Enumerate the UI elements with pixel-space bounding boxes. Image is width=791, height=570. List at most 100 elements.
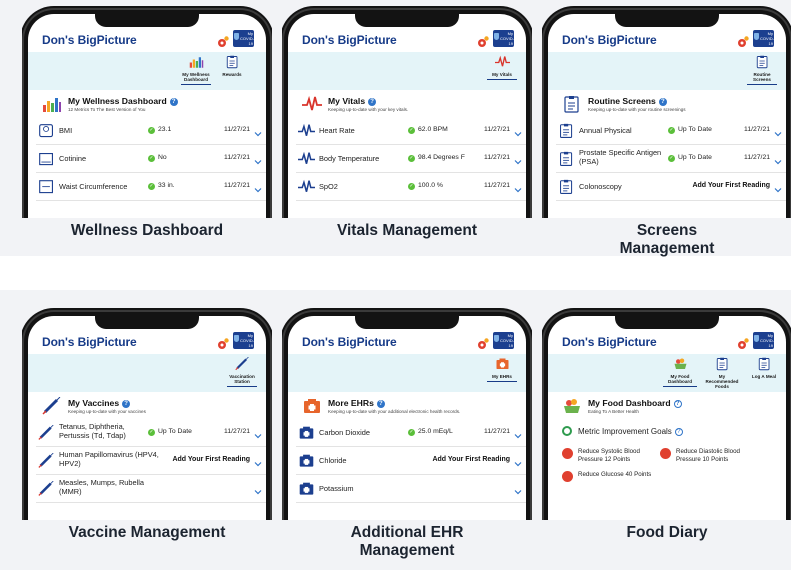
metric-date: 11/27/21 [484, 154, 510, 161]
phone-screen: Don's BigPicture My COVID-19 Card Vaccinat… [28, 316, 266, 520]
metric-icon [38, 151, 55, 166]
tab-item[interactable]: Routine Screens [744, 55, 780, 85]
section-subtitle: Keeping up-to-date with your additional … [328, 409, 461, 414]
metric-date: 11/27/21 [224, 126, 250, 133]
chevron-down-icon[interactable] [514, 455, 522, 467]
settings-gear-icon[interactable] [217, 337, 229, 349]
chevron-down-icon[interactable] [254, 483, 262, 495]
metric-icon [298, 425, 315, 440]
metric-row[interactable]: Potassium [296, 476, 526, 503]
goal-item[interactable]: Reduce Glucose 40 Points [562, 471, 654, 482]
tab-item[interactable]: Rewards [214, 55, 250, 77]
feature-caption: Additional EHR Management [350, 524, 464, 559]
chevron-down-icon[interactable] [254, 455, 262, 467]
chevron-down-icon[interactable] [254, 427, 262, 439]
tab-icon [755, 55, 770, 70]
metric-row[interactable]: SpO2 100.0 % 11/27/21 [296, 174, 526, 201]
tab-item[interactable]: Vaccination Station [224, 356, 260, 387]
tab-label: Rewards [222, 72, 242, 77]
app-header: Don's BigPicture My COVID-19 Card [28, 28, 266, 51]
metric-date: 11/27/21 [484, 126, 510, 133]
section-header: My Food Dashboard? Eating To A Better Hea… [562, 397, 778, 425]
chevron-down-icon[interactable] [514, 153, 522, 165]
chevron-down-icon[interactable] [514, 427, 522, 439]
metric-row[interactable]: Cotinine No 11/27/21 [36, 146, 266, 173]
covid-card-button[interactable]: My COVID-19 Card [233, 30, 254, 51]
metric-row[interactable]: Human Papillomavirus (HPV4, HPV2) Add You… [36, 448, 266, 475]
goals-header: Metric Improvement Goals? [562, 426, 683, 436]
help-icon[interactable]: ? [169, 98, 178, 106]
settings-gear-icon[interactable] [737, 35, 749, 47]
metric-row[interactable]: Waist Circumference 33 in. 11/27/21 [36, 174, 266, 201]
add-reading-link[interactable]: Add Your First Reading [692, 182, 770, 189]
chevron-down-icon[interactable] [514, 483, 522, 495]
tab-item[interactable]: My Recommended Foods [702, 357, 742, 389]
help-icon[interactable]: ? [658, 98, 667, 106]
chevron-down-icon[interactable] [254, 181, 262, 193]
metric-label: Annual Physical [579, 126, 632, 135]
metric-row[interactable]: Heart Rate 62.0 BPM 11/27/21 [296, 118, 526, 145]
chevron-down-icon[interactable] [774, 125, 782, 137]
metric-row[interactable]: Chloride Add Your First Reading [296, 448, 526, 475]
metric-row[interactable]: Body Temperature 98.4 Degrees F 11/27/21 [296, 146, 526, 173]
chevron-down-icon[interactable] [254, 153, 262, 165]
metric-icon [558, 151, 575, 166]
tab-item[interactable]: Log A Meal [744, 357, 784, 379]
metric-row[interactable]: Measles, Mumps, Rubella (MMR) [36, 476, 266, 503]
chevron-down-icon[interactable] [514, 125, 522, 137]
covid-card-label: My COVID-19 Card [500, 333, 514, 353]
add-reading-link[interactable]: Add Your First Reading [172, 456, 250, 463]
tab-item[interactable]: My EHRs [484, 357, 520, 382]
help-icon[interactable]: ? [674, 428, 683, 436]
metric-row[interactable]: Annual Physical Up To Date 11/27/21 [556, 118, 786, 145]
help-icon[interactable]: ? [376, 400, 385, 408]
settings-gear-icon[interactable] [477, 337, 489, 349]
metric-date: 11/27/21 [484, 428, 510, 435]
covid-card-button[interactable]: My COVID-19 Card [753, 332, 774, 353]
shield-icon [234, 33, 239, 40]
tab-item[interactable]: My Food Dashboard [660, 357, 700, 387]
chevron-down-icon[interactable] [254, 125, 262, 137]
chevron-down-icon[interactable] [774, 181, 782, 193]
help-icon[interactable]: ? [368, 98, 377, 106]
covid-card-button[interactable]: My COVID-19 Card [233, 332, 254, 353]
metric-label: BMI [59, 126, 73, 135]
feature-caption: Wellness Dashboard [70, 222, 224, 239]
metric-row[interactable]: Carbon Dioxide 25.0 mEq/L 11/27/21 [296, 420, 526, 447]
chevron-down-icon[interactable] [514, 181, 522, 193]
feature-caption: Vitals Management [336, 222, 478, 239]
settings-gear-icon[interactable] [217, 35, 229, 47]
tab-icon [757, 357, 772, 372]
settings-gear-icon[interactable] [477, 35, 489, 47]
covid-card-button[interactable]: My COVID-19 Card [753, 30, 774, 51]
phone-notch [95, 14, 199, 27]
add-reading-link[interactable]: Add Your First Reading [432, 456, 510, 463]
phone-frame: Don's BigPicture My COVID-19 Card Routine … [542, 6, 791, 218]
settings-gear-icon[interactable] [737, 337, 749, 349]
covid-card-button[interactable]: My COVID-19 Card [493, 332, 514, 353]
metric-status: No [148, 154, 167, 162]
metric-row[interactable]: Prostate Specific Antigen (PSA) Up To Dat… [556, 146, 786, 173]
section-icon [42, 95, 62, 113]
chevron-down-icon[interactable] [774, 153, 782, 165]
metric-date: 11/27/21 [224, 428, 250, 435]
goal-label: Reduce Diastolic Blood Pressure 10 Point… [676, 448, 740, 463]
tab-item[interactable]: My Vitals [484, 55, 520, 80]
metric-icon [38, 452, 55, 468]
help-icon[interactable]: ? [122, 400, 131, 408]
tab-icon [715, 357, 730, 372]
goal-label: Reduce Glucose 40 Points [578, 471, 652, 478]
covid-card-button[interactable]: My COVID-19 Card [493, 30, 514, 51]
tab-item[interactable]: My Wellness Dashboard [178, 55, 214, 85]
metric-row[interactable]: Tetanus, Diphtheria, Pertussis (Td, Tdap… [36, 420, 266, 447]
metric-row[interactable]: Colonoscopy Add Your First Reading [556, 174, 786, 201]
app-title: Don's BigPicture [562, 335, 657, 349]
metric-icon [38, 123, 55, 138]
goal-item[interactable]: Reduce Systolic Blood Pressure 12 Points [562, 448, 654, 463]
section-icon [562, 397, 582, 415]
section-title: My Food Dashboard? [588, 398, 682, 408]
metric-row[interactable]: BMI 23.1 11/27/21 [36, 118, 266, 145]
metric-status: 100.0 % [408, 182, 443, 190]
goal-item[interactable]: Reduce Diastolic Blood Pressure 10 Point… [660, 448, 752, 463]
help-icon[interactable]: ? [673, 400, 682, 408]
